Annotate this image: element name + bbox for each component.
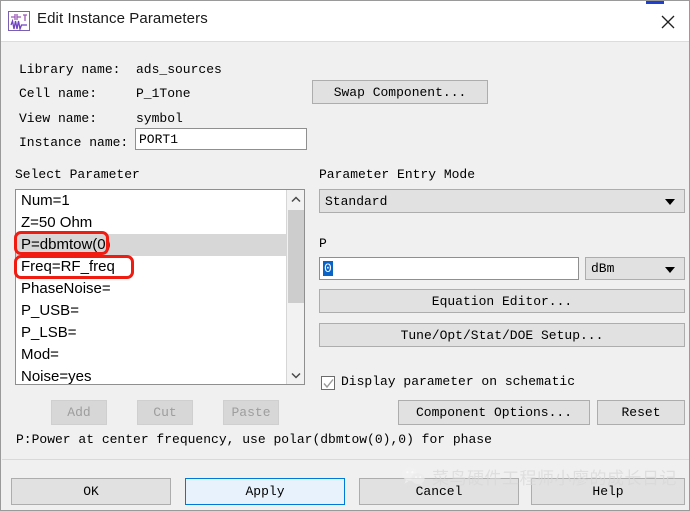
view-name-label: View name: bbox=[19, 111, 98, 126]
help-button[interactable]: Help bbox=[531, 478, 685, 505]
select-parameter-heading: Select Parameter bbox=[15, 167, 140, 182]
cancel-button[interactable]: Cancel bbox=[359, 478, 519, 505]
reset-button[interactable]: Reset bbox=[597, 400, 685, 425]
equation-editor-button[interactable]: Equation Editor... bbox=[319, 289, 685, 313]
parameter-list: Num=1 Z=50 Ohm P=dbmtow(0) Freq=RF_freq … bbox=[16, 190, 287, 384]
instance-name-value: PORT1 bbox=[139, 131, 179, 147]
param-unit-value: dBm bbox=[591, 261, 615, 276]
list-item[interactable]: Freq=RF_freq bbox=[16, 256, 287, 278]
ok-button[interactable]: OK bbox=[11, 478, 171, 505]
list-item[interactable]: P_USB= bbox=[16, 300, 287, 322]
component-options-button[interactable]: Component Options... bbox=[398, 400, 590, 425]
instance-name-input[interactable]: PORT1 bbox=[135, 128, 307, 150]
library-name-value: ads_sources bbox=[136, 62, 222, 77]
param-unit-select[interactable]: dBm bbox=[585, 257, 685, 280]
title-bar: Edit Instance Parameters bbox=[1, 1, 689, 42]
list-item[interactable]: P_LSB= bbox=[16, 322, 287, 344]
paste-button[interactable]: Paste bbox=[223, 400, 279, 425]
list-item[interactable]: Noise=yes bbox=[16, 366, 287, 384]
entry-mode-value: Standard bbox=[325, 193, 388, 209]
chevron-down-icon bbox=[665, 199, 675, 205]
cut-button[interactable]: Cut bbox=[137, 400, 193, 425]
swap-component-button[interactable]: Swap Component... bbox=[312, 80, 488, 104]
entry-mode-select[interactable]: Standard bbox=[319, 189, 685, 213]
apply-button[interactable]: Apply bbox=[185, 478, 345, 505]
param-name-label: P bbox=[319, 236, 327, 251]
view-name-value: symbol bbox=[136, 111, 183, 126]
component-symbol-icon bbox=[8, 11, 30, 32]
add-button[interactable]: Add bbox=[51, 400, 107, 425]
chevron-down-icon bbox=[665, 266, 675, 273]
footer-divider bbox=[2, 459, 689, 460]
parameter-list-scrollbar[interactable] bbox=[286, 190, 304, 384]
window-title: Edit Instance Parameters bbox=[37, 10, 208, 27]
list-item[interactable]: Z=50 Ohm bbox=[16, 212, 287, 234]
cell-name-label: Cell name: bbox=[19, 86, 98, 101]
list-item-selected[interactable]: P=dbmtow(0) bbox=[16, 234, 287, 256]
status-text: P:Power at center frequency, use polar(d… bbox=[16, 432, 492, 447]
param-value-input[interactable]: 0 bbox=[319, 257, 579, 280]
cell-name-value: P_1Tone bbox=[136, 86, 191, 101]
tune-opt-stat-doe-setup-button[interactable]: Tune/Opt/Stat/DOE Setup... bbox=[319, 323, 685, 347]
instance-name-label: Instance name: bbox=[19, 135, 129, 150]
edit-instance-parameters-dialog: Edit Instance Parameters Library name: a… bbox=[0, 0, 690, 511]
list-item[interactable]: Mod= bbox=[16, 344, 287, 366]
scroll-up-icon[interactable] bbox=[287, 190, 304, 208]
list-item[interactable]: PhaseNoise= bbox=[16, 278, 287, 300]
parameter-entry-mode-heading: Parameter Entry Mode bbox=[319, 167, 476, 182]
parameter-listbox[interactable]: Num=1 Z=50 Ohm P=dbmtow(0) Freq=RF_freq … bbox=[15, 189, 305, 385]
display-parameter-checkbox[interactable] bbox=[321, 376, 335, 390]
list-item[interactable]: Num=1 bbox=[16, 190, 287, 212]
display-parameter-label: Display parameter on schematic bbox=[341, 374, 576, 389]
param-value-text: 0 bbox=[323, 261, 333, 276]
scrollbar-thumb[interactable] bbox=[288, 210, 304, 303]
scroll-down-icon[interactable] bbox=[287, 366, 304, 384]
library-name-label: Library name: bbox=[19, 62, 121, 77]
close-icon[interactable] bbox=[645, 1, 689, 41]
